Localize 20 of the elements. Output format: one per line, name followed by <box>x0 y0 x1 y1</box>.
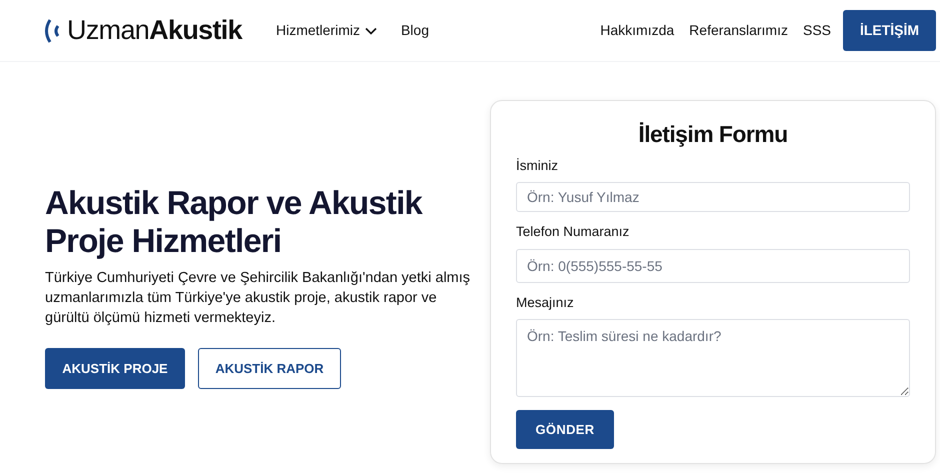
field-label: Telefon Numaranız <box>516 223 630 242</box>
field-label: İsminiz <box>516 157 560 175</box>
contact-button[interactable]: İLETİŞİM <box>843 10 936 51</box>
nav-link[interactable]: Referanslarımız <box>689 20 788 41</box>
submit-button[interactable]: GÖNDER <box>516 410 614 449</box>
nav-link[interactable]: SSS <box>802 20 831 41</box>
nav-link[interactable]: Hakkımızda <box>600 20 674 41</box>
logo[interactable]: UzmanAkustik <box>67 17 242 44</box>
input-field[interactable]: Örn: 0(555)555-55-55 <box>516 248 910 282</box>
cta-button[interactable]: AKUSTİK PROJE <box>45 348 185 389</box>
nav-link[interactable]: Blog <box>400 20 429 41</box>
message-field[interactable]: Örn: Teslim süresi ne kadardır? <box>516 318 910 397</box>
hero-text: Türkiye Cumhuriyeti Çevre ve Şehircilik Bakanlığı'ndan yetki almış uzmanlarımızla tüm Türkiye'ye akustik proje, akustik rapor ve gürültü ölçümü hizmeti vermekteyiz. <box>45 268 472 328</box>
input-field[interactable]: Örn: Yusuf Yılmaz <box>516 182 910 212</box>
chevron-down-icon <box>364 26 377 34</box>
hero-title: Akustik Rapor ve Akustik Proje Hizmetleri <box>45 184 424 260</box>
field-label: Mesajınız <box>516 294 575 312</box>
cta-button[interactable]: AKUSTİK RAPOR <box>198 348 341 389</box>
nav-link[interactable]: Hizmetlerimiz <box>276 20 377 41</box>
form-title: İletişim Formu <box>637 123 789 146</box>
